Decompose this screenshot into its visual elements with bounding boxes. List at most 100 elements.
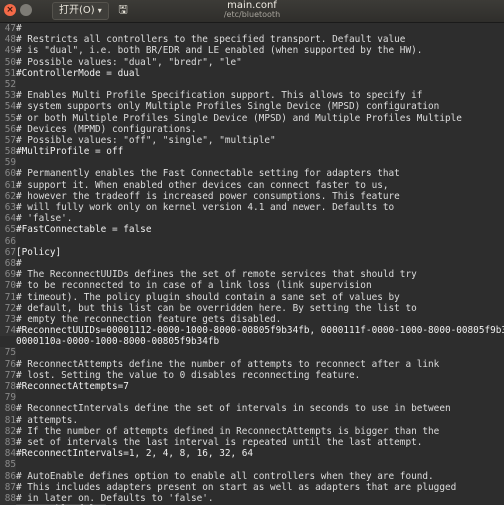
line-text[interactable]: # 'false'.: [16, 213, 72, 224]
line-text[interactable]: # Restricts all controllers to the speci…: [16, 34, 405, 45]
editor-line[interactable]: 82# If the number of attempts defined in…: [0, 425, 504, 437]
line-number: 71: [0, 291, 16, 303]
line-text[interactable]: # AutoEnable defines option to enable al…: [16, 471, 434, 482]
line-number: 56: [0, 123, 16, 135]
editor-line[interactable]: 80# ReconnectIntervals define the set of…: [0, 403, 504, 415]
line-text[interactable]: #MultiProfile = off: [16, 146, 123, 157]
line-number: 49: [0, 45, 16, 57]
editor-line[interactable]: 54# system supports only Multiple Profil…: [0, 101, 504, 113]
line-text[interactable]: # in later on. Defaults to 'false'.: [16, 493, 214, 504]
editor-line[interactable]: 66: [0, 235, 504, 247]
editor-line[interactable]: 70# to be reconnected to in case of a li…: [0, 280, 504, 292]
line-text[interactable]: #FastConnectable = false: [16, 224, 151, 235]
line-text[interactable]: # Enables Multi Profile Specification su…: [16, 90, 422, 101]
line-text[interactable]: # empty the reconnection feature gets di…: [16, 314, 281, 325]
line-text[interactable]: # will fully work only on kernel version…: [16, 202, 394, 213]
editor-line[interactable]: 57# Possible values: "off", "single", "m…: [0, 134, 504, 147]
editor-line[interactable]: 63# will fully work only on kernel versi…: [0, 202, 504, 214]
line-text[interactable]: #ReconnectAttempts=7: [16, 381, 129, 392]
editor-line[interactable]: 74#ReconnectUUIDs=00001112-0000-1000-800…: [0, 325, 504, 337]
line-text[interactable]: # lost. Setting the value to 0 disables …: [16, 370, 360, 381]
line-text[interactable]: # Devices (MPMD) configurations.: [16, 124, 197, 135]
line-text[interactable]: # to be reconnected to in case of a link…: [16, 280, 372, 291]
line-number: 78: [0, 381, 16, 393]
editor-line[interactable]: 50# Possible values: "dual", "bredr", "l…: [0, 56, 504, 68]
line-number: 69: [0, 269, 16, 281]
line-text[interactable]: # attempts.: [16, 415, 78, 426]
line-number: 75: [0, 347, 16, 359]
editor-line[interactable]: 76# ReconnectAttempts define the number …: [0, 358, 504, 370]
editor-line[interactable]: 68#: [0, 257, 504, 270]
editor-line[interactable]: 78#ReconnectAttempts=7: [0, 381, 504, 393]
editor-line[interactable]: 48# Restricts all controllers to the spe…: [0, 34, 504, 46]
line-text[interactable]: #: [16, 23, 22, 34]
line-text[interactable]: # This includes adapters present on star…: [16, 482, 456, 493]
line-number: 87: [0, 481, 16, 493]
line-text[interactable]: # set of intervals the last interval is …: [16, 437, 422, 448]
editor-line[interactable]: 60# Permanently enables the Fast Connect…: [0, 168, 504, 180]
line-text[interactable]: #ControllerMode = dual: [16, 68, 140, 79]
line-number: 53: [0, 90, 16, 102]
editor-line[interactable]: 88# in later on. Defaults to 'false'.: [0, 492, 504, 505]
window-subtitle-path: /etc/bluetooth: [223, 10, 281, 19]
line-text[interactable]: # system supports only Multiple Profiles…: [16, 101, 439, 112]
line-text[interactable]: # timeout). The policy plugin should con…: [16, 292, 400, 303]
editor-line[interactable]: 65#FastConnectable = false: [0, 224, 504, 236]
line-number: 52: [0, 78, 16, 91]
line-text[interactable]: # Possible values: "off", "single", "mul…: [16, 135, 276, 146]
line-text[interactable]: # or both Multiple Profiles Single Devic…: [16, 113, 462, 124]
line-text[interactable]: # If the number of attempts defined in R…: [16, 426, 439, 437]
line-text[interactable]: 0000110a-0000-1000-8000-00805f9b34fb: [16, 336, 219, 347]
editor-line[interactable]: 0000110a-0000-1000-8000-00805f9b34fb: [0, 336, 504, 347]
editor-line[interactable]: 47#: [0, 23, 504, 35]
line-text[interactable]: # default, but this list can be overridd…: [16, 303, 417, 314]
line-text[interactable]: # ReconnectAttempts define the number of…: [16, 359, 439, 370]
editor-line[interactable]: 86# AutoEnable defines option to enable …: [0, 470, 504, 482]
editor-line[interactable]: 75: [0, 347, 504, 359]
editor-line[interactable]: 58#MultiProfile = off: [0, 146, 504, 158]
line-text[interactable]: [Policy]: [16, 247, 61, 258]
line-text[interactable]: # Permanently enables the Fast Connectab…: [16, 168, 400, 179]
editor-line[interactable]: 52: [0, 78, 504, 91]
editor-line[interactable]: 53# Enables Multi Profile Specification …: [0, 90, 504, 102]
editor-line[interactable]: 49# is "dual", i.e. both BR/EDR and LE e…: [0, 45, 504, 57]
line-number: 70: [0, 280, 16, 292]
line-text[interactable]: # is "dual", i.e. both BR/EDR and LE ena…: [16, 45, 422, 56]
line-text[interactable]: # The ReconnectUUIDs defines the set of …: [16, 269, 417, 280]
editor-line[interactable]: 87# This includes adapters present on st…: [0, 481, 504, 493]
line-text[interactable]: #ReconnectUUIDs=00001112-0000-1000-8000-…: [16, 325, 504, 336]
editor-line[interactable]: 85: [0, 459, 504, 471]
editor-line[interactable]: 64# 'false'.: [0, 213, 504, 225]
editor-line[interactable]: 79: [0, 392, 504, 404]
editor-line[interactable]: 77# lost. Setting the value to 0 disable…: [0, 369, 504, 382]
line-text[interactable]: # support it. When enabled other devices…: [16, 180, 389, 191]
editor-line[interactable]: 84#ReconnectIntervals=1, 2, 4, 8, 16, 32…: [0, 448, 504, 460]
editor-line[interactable]: 51#ControllerMode = dual: [0, 67, 504, 79]
line-number: 60: [0, 168, 16, 180]
line-number: 57: [0, 134, 16, 147]
line-text[interactable]: #: [16, 258, 22, 269]
line-number: 73: [0, 313, 16, 326]
editor-line[interactable]: 83# set of intervals the last interval i…: [0, 436, 504, 449]
editor-line[interactable]: 69# The ReconnectUUIDs defines the set o…: [0, 269, 504, 281]
editor-line[interactable]: 56# Devices (MPMD) configurations.: [0, 123, 504, 135]
editor-line[interactable]: 67[Policy]: [0, 246, 504, 258]
line-text[interactable]: # Possible values: "dual", "bredr", "le": [16, 57, 242, 68]
line-text[interactable]: # however the tradeoff is increased powe…: [16, 191, 400, 202]
editor-line[interactable]: 72# default, but this list can be overri…: [0, 302, 504, 314]
editor-line[interactable]: 62# however the tradeoff is increased po…: [0, 190, 504, 203]
editor-line[interactable]: 55# or both Multiple Profiles Single Dev…: [0, 112, 504, 124]
line-number: 48: [0, 34, 16, 46]
editor-line[interactable]: 81# attempts.: [0, 414, 504, 426]
editor-line[interactable]: 59: [0, 157, 504, 169]
text-editor[interactable]: 47# 48# Restricts all controllers to the …: [0, 23, 504, 505]
editor-line[interactable]: 61# support it. When enabled other devic…: [0, 179, 504, 191]
editor-line[interactable]: 73# empty the reconnection feature gets …: [0, 313, 504, 326]
line-number: 84: [0, 448, 16, 460]
line-text[interactable]: # ReconnectIntervals define the set of i…: [16, 403, 451, 414]
editor-line[interactable]: 71# timeout). The policy plugin should c…: [0, 291, 504, 303]
line-number: 65: [0, 224, 16, 236]
line-text[interactable]: #ReconnectIntervals=1, 2, 4, 8, 16, 32, …: [16, 448, 253, 459]
line-number: 63: [0, 202, 16, 214]
line-number: 74: [0, 325, 16, 337]
